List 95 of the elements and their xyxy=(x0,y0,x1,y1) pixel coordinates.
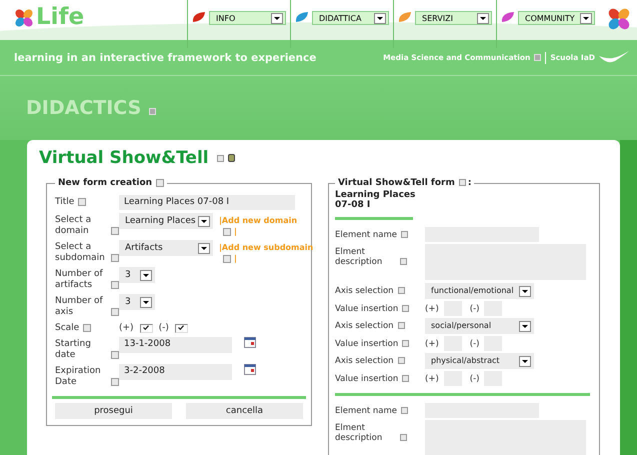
checkbox[interactable] xyxy=(174,324,188,333)
caret-icon xyxy=(580,12,592,24)
info-icon[interactable] xyxy=(228,154,235,162)
help-icon[interactable] xyxy=(111,308,119,316)
help-icon[interactable] xyxy=(223,254,231,262)
field-label: Value insertion xyxy=(335,338,398,348)
plus-label: (+) xyxy=(425,374,439,384)
scale-label: (-) xyxy=(158,323,169,334)
minus-label: (-) xyxy=(470,338,480,348)
caret-icon xyxy=(198,242,210,254)
section-title: DIDACTICS xyxy=(26,97,142,119)
field-label: Title xyxy=(55,197,74,208)
help-icon[interactable] xyxy=(111,378,119,386)
help-icon[interactable] xyxy=(402,304,410,312)
calendar-icon[interactable] xyxy=(244,337,256,348)
form-heading: Learning Places 07-08 I xyxy=(335,190,416,210)
axis-dropdown[interactable]: social/personal xyxy=(425,318,534,334)
help-icon[interactable] xyxy=(402,340,410,347)
field-label: Select a domain xyxy=(55,215,92,237)
fieldset-legend: New form creation xyxy=(58,178,152,188)
flower-icon xyxy=(607,7,631,31)
help-icon[interactable] xyxy=(223,228,231,236)
link-separator: | xyxy=(234,253,237,264)
field-label: Axis selection xyxy=(335,321,394,331)
legend-colon: : xyxy=(468,178,472,188)
field-label: Value insertion xyxy=(335,304,398,314)
dropdown[interactable]: Artifacts xyxy=(119,240,213,256)
help-icon[interactable] xyxy=(400,434,407,441)
caret-icon xyxy=(519,286,531,296)
field-label: Axis selection xyxy=(335,356,394,366)
help-icon[interactable] xyxy=(401,230,408,238)
nav-dropdown[interactable]: INFO xyxy=(209,11,286,25)
field-label: Scale xyxy=(55,323,80,334)
help-icon[interactable] xyxy=(398,287,405,294)
help-icon[interactable] xyxy=(401,406,408,414)
check-icon xyxy=(178,325,184,330)
check-icon xyxy=(143,325,150,330)
plus-label: (+) xyxy=(425,304,439,314)
help-icon[interactable] xyxy=(216,154,224,162)
page-title: Virtual Show&Tell xyxy=(39,148,209,168)
minus-label: (-) xyxy=(470,374,480,384)
calendar-icon[interactable] xyxy=(244,364,256,375)
field-label: Expiration Date xyxy=(55,366,102,388)
field-label: Element name xyxy=(335,406,397,416)
field-label: Elment description xyxy=(335,247,384,267)
help-icon[interactable] xyxy=(111,351,119,359)
field-label: Elment description xyxy=(335,423,384,443)
caret-icon xyxy=(477,12,489,24)
nav-dropdown[interactable]: COMMUNITY xyxy=(518,11,595,25)
field-label: Value insertion xyxy=(335,374,398,384)
field-label: Axis selection xyxy=(335,286,394,296)
help-icon[interactable] xyxy=(398,357,405,364)
flower-logo-icon xyxy=(14,8,34,28)
help-icon[interactable] xyxy=(111,254,119,262)
tagline: learning in an interactive framework to experience xyxy=(14,52,316,64)
help-icon[interactable] xyxy=(111,281,119,289)
caret-icon xyxy=(374,12,386,24)
date-field[interactable]: 3-2-2008 xyxy=(119,364,232,380)
dropdown[interactable]: Learning Places xyxy=(119,213,213,229)
scale-label: (+) xyxy=(119,323,134,334)
help-icon[interactable] xyxy=(398,322,405,330)
form-button[interactable]: cancella xyxy=(186,403,303,419)
field-label: Number of artifacts xyxy=(55,269,104,291)
caret-icon xyxy=(140,296,152,308)
field-label: Number of axis xyxy=(55,296,104,318)
axis-dropdown[interactable]: functional/emotional xyxy=(425,283,534,299)
plus-label: (+) xyxy=(425,338,439,348)
help-icon[interactable] xyxy=(111,227,119,235)
caret-icon xyxy=(519,356,531,366)
caret-icon xyxy=(271,12,283,24)
form-button[interactable]: prosegui xyxy=(55,403,172,419)
field-label: Element name xyxy=(335,230,397,240)
caret-icon xyxy=(519,320,531,332)
nav-dropdown[interactable]: SERVIZI xyxy=(415,11,492,25)
help-icon[interactable] xyxy=(78,198,86,206)
caret-icon xyxy=(198,216,210,226)
help-icon[interactable] xyxy=(402,374,410,382)
help-icon[interactable] xyxy=(458,179,466,186)
link-separator: | xyxy=(234,226,237,237)
wing-logo-icon xyxy=(599,50,629,64)
help-icon[interactable] xyxy=(83,324,92,332)
axis-dropdown[interactable]: physical/abstract xyxy=(425,353,534,369)
fieldset-legend: Virtual Show&Tell form xyxy=(338,178,455,188)
dropdown[interactable]: 3 xyxy=(119,267,155,283)
title-field[interactable]: Learning Places 07-08 I xyxy=(119,195,295,210)
help-icon[interactable] xyxy=(156,178,164,187)
date-field[interactable]: 13-1-2008 xyxy=(119,337,232,353)
help-icon[interactable] xyxy=(400,258,407,265)
nav-dropdown[interactable]: DIDATTICA xyxy=(312,11,389,25)
field-label: Select a subdomain xyxy=(55,242,106,264)
dropdown[interactable]: 3 xyxy=(119,294,155,310)
checkbox[interactable] xyxy=(140,324,153,333)
field-label: Starting date xyxy=(55,339,92,361)
minus-label: (-) xyxy=(470,304,480,314)
caret-icon xyxy=(140,270,152,280)
